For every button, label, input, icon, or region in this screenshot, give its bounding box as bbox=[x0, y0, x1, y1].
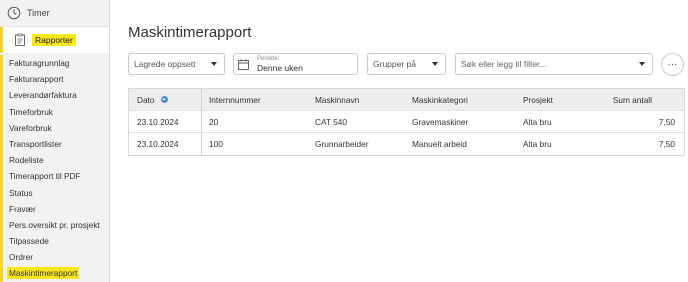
column-divider bbox=[201, 89, 202, 111]
saved-setup-dropdown[interactable]: Lagrede oppsett bbox=[128, 53, 225, 75]
report-icon bbox=[15, 33, 25, 46]
cell-maskinkategori: Manuelt arbeid bbox=[412, 139, 467, 149]
cell-prosjekt: Alta bru bbox=[523, 117, 552, 127]
period-picker[interactable]: Periode: Denne uken bbox=[233, 53, 358, 75]
sidebar-item-status[interactable]: Status bbox=[3, 185, 110, 201]
column-header-prosjekt[interactable]: Prosjekt bbox=[523, 89, 553, 111]
sidebar-item-ordrer[interactable]: Ordrer bbox=[3, 249, 110, 265]
sidebar-item-fakturagrunnlag[interactable]: Fakturagrunnlag bbox=[3, 55, 110, 71]
cell-maskinkategori: Gravemaskiner bbox=[412, 117, 469, 127]
period-value: Denne uken bbox=[257, 63, 303, 73]
chevron-down-icon bbox=[211, 62, 217, 66]
sidebar-item-timeforbruk[interactable]: Timeforbruk bbox=[3, 104, 110, 120]
sidebar-item-timerapport-pdf[interactable]: Timerapport til PDF bbox=[3, 168, 110, 184]
column-header-maskinkategori[interactable]: Maskinkategori bbox=[412, 89, 468, 111]
cell-sum-antall: 7,50 bbox=[658, 117, 675, 127]
column-header-dato[interactable]: Dato bbox=[137, 89, 168, 111]
ellipsis-icon: ··· bbox=[667, 59, 678, 70]
sidebar: Timer Rapporter Fakturagrunnlag Fakturar… bbox=[0, 0, 110, 282]
sidebar-item-rodeliste[interactable]: Rodeliste bbox=[3, 152, 110, 168]
table-header: Dato Internnummer Maskinnavn Maskinkateg… bbox=[129, 89, 684, 111]
sidebar-item-fakturarapport[interactable]: Fakturarapport bbox=[3, 71, 110, 87]
column-header-internnummer[interactable]: Internnummer bbox=[209, 89, 261, 111]
column-divider bbox=[201, 111, 202, 133]
sidebar-item-maskintimerapport[interactable]: Maskintimerapport bbox=[3, 265, 110, 281]
saved-setup-label: Lagrede oppsett bbox=[134, 59, 196, 69]
cell-sum-antall: 7,50 bbox=[658, 139, 675, 149]
chevron-down-icon bbox=[432, 62, 438, 66]
column-header-maskinnavn[interactable]: Maskinnavn bbox=[315, 89, 359, 111]
cell-maskinnavn: Grunnarbeider bbox=[315, 139, 369, 149]
cell-dato: 23.10.2024 bbox=[137, 117, 179, 127]
chevron-down-icon bbox=[639, 62, 645, 66]
sidebar-item-fravaer[interactable]: Fravær bbox=[3, 201, 110, 217]
sidebar-item-tilpassede[interactable]: Tilpassede bbox=[3, 233, 110, 249]
sidebar-item-vareforbruk[interactable]: Vareforbruk bbox=[3, 120, 110, 136]
report-table: Dato Internnummer Maskinnavn Maskinkateg… bbox=[128, 88, 685, 156]
cell-prosjekt: Alta bru bbox=[523, 139, 552, 149]
sidebar-item-rapporter-label: Rapporter bbox=[32, 34, 76, 46]
table-row[interactable]: 23.10.2024 20 CAT 540 Gravemaskiner Alta… bbox=[129, 111, 684, 133]
group-by-dropdown[interactable]: Grupper på bbox=[367, 53, 446, 75]
filter-search-placeholder: Søk eller legg til filter... bbox=[461, 59, 547, 69]
sidebar-item-timer[interactable]: Timer bbox=[0, 0, 109, 27]
cell-dato: 23.10.2024 bbox=[137, 139, 179, 149]
cell-internnummer: 100 bbox=[209, 139, 223, 149]
report-list: Fakturagrunnlag Fakturarapport Leverandø… bbox=[0, 55, 110, 282]
sidebar-item-rapporter[interactable]: Rapporter bbox=[0, 27, 109, 53]
group-by-label: Grupper på bbox=[373, 59, 416, 69]
calendar-icon bbox=[238, 58, 249, 70]
more-options-button[interactable]: ··· bbox=[661, 53, 684, 76]
filter-search-input[interactable]: Søk eller legg til filter... bbox=[455, 53, 653, 75]
sort-ascending-icon[interactable] bbox=[160, 96, 168, 104]
sidebar-item-maskintimerapport-label: Maskintimerapport bbox=[7, 267, 80, 280]
sidebar-item-leverandorfaktura[interactable]: Leverandørfaktura bbox=[3, 87, 110, 103]
clock-icon bbox=[7, 6, 21, 20]
page-title: Maskintimerapport bbox=[128, 24, 252, 41]
sidebar-item-pers-oversikt[interactable]: Pers.oversikt pr. prosjekt bbox=[3, 217, 110, 233]
sidebar-item-transportlister[interactable]: Transportlister bbox=[3, 136, 110, 152]
column-header-sum-antall[interactable]: Sum antall bbox=[613, 89, 652, 111]
cell-maskinnavn: CAT 540 bbox=[315, 117, 347, 127]
column-divider bbox=[201, 133, 202, 155]
cell-internnummer: 20 bbox=[209, 117, 219, 127]
sidebar-item-timer-label: Timer bbox=[27, 8, 50, 18]
table-row[interactable]: 23.10.2024 100 Grunnarbeider Manuelt arb… bbox=[129, 133, 684, 155]
